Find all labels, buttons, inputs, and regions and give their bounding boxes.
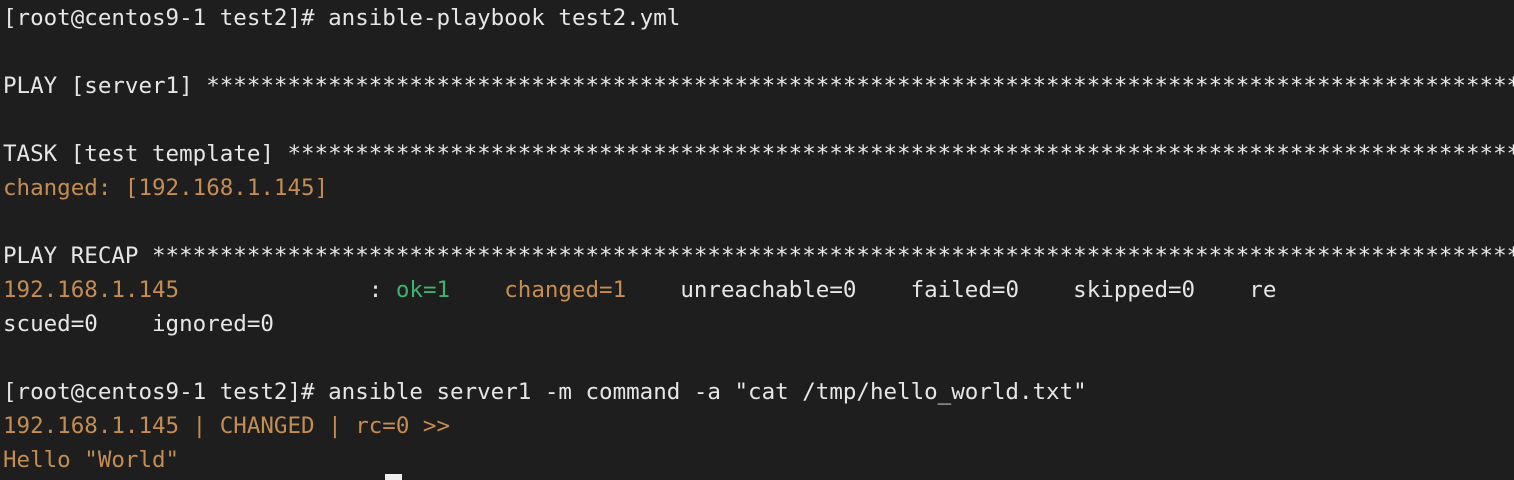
terminal-line: PLAY [server1] *************************…: [3, 69, 1514, 103]
terminal-text-segment: scued=0 ignored=0: [3, 311, 274, 337]
terminal-line: [root@centos9-1 test2]# ansible-playbook…: [3, 1, 680, 35]
terminal-text-segment: unreachable=0 failed=0 skipped=0 re: [626, 277, 1277, 303]
terminal-text-segment: changed: [192.168.1.145]: [3, 175, 329, 201]
terminal-text-segment: PLAY RECAP *****************************…: [3, 243, 1514, 269]
terminal-text-segment: changed=1: [504, 277, 627, 303]
terminal-window[interactable]: [root@centos9-1 test2]# ansible-playbook…: [0, 0, 1514, 480]
terminal-line: PLAY RECAP *****************************…: [3, 239, 1514, 273]
terminal-line: Hello "World": [3, 443, 179, 477]
terminal-line: 192.168.1.145 | CHANGED | rc=0 >>: [3, 409, 450, 443]
terminal-text-segment: [root@centos9-1 test2]# ansible-playbook…: [3, 5, 681, 31]
terminal-text-segment: PLAY [server1] *************************…: [3, 73, 1514, 99]
text-cursor: [385, 474, 402, 480]
terminal-text-segment: ok=1: [395, 277, 451, 303]
terminal-line: scued=0 ignored=0: [3, 307, 274, 341]
terminal-text-segment: [root@centos9-1 test2]# ansible server1 …: [3, 379, 1087, 405]
terminal-text-segment: 192.168.1.145 | CHANGED | rc=0 >>: [3, 413, 451, 439]
terminal-text-segment: :: [179, 277, 396, 303]
terminal-text-segment: 192.168.1.145: [3, 277, 180, 303]
terminal-line: 192.168.1.145 : ok=1 changed=1 unreachab…: [3, 273, 1276, 307]
terminal-line: TASK [test template] *******************…: [3, 137, 1514, 171]
terminal-text-segment: Hello "World": [3, 447, 180, 473]
terminal-line: changed: [192.168.1.145]: [3, 171, 328, 205]
terminal-text-segment: TASK [test template] *******************…: [3, 141, 1514, 167]
terminal-line: [root@centos9-1 test2]# ansible server1 …: [3, 375, 1087, 409]
